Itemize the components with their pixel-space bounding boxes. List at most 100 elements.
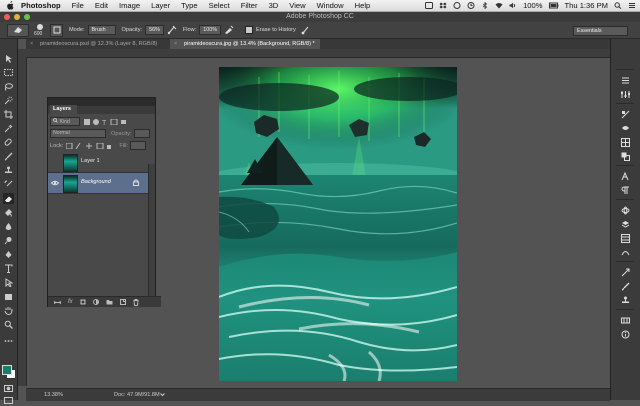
color-icon[interactable]	[619, 151, 631, 161]
minimize-window-button[interactable]	[14, 14, 20, 20]
spotlight-icon[interactable]	[614, 2, 622, 9]
path-select-icon[interactable]	[3, 277, 14, 288]
more-tools-icon[interactable]	[3, 335, 14, 346]
document-canvas[interactable]	[219, 67, 457, 381]
quick-select-icon[interactable]	[3, 95, 14, 106]
menu-help[interactable]: Help	[355, 1, 371, 10]
type-icon[interactable]	[3, 263, 14, 274]
opacity-field[interactable]: 56%	[145, 25, 164, 35]
volume-icon[interactable]	[509, 2, 517, 9]
screen-mode-icon[interactable]	[3, 395, 14, 406]
foreground-color-swatch[interactable]	[2, 365, 12, 375]
tab-piramideoscura-jpg[interactable]: × piramideoscura.jpg @ 13.4% (Background…	[170, 39, 320, 49]
zoom-icon[interactable]	[3, 319, 14, 330]
wifi-icon[interactable]	[495, 2, 503, 9]
airbrush-icon[interactable]	[224, 25, 234, 35]
swatches-icon[interactable]	[619, 137, 631, 147]
adjustment-layer-icon[interactable]	[92, 299, 99, 305]
apple-icon[interactable]	[6, 1, 15, 10]
pressure-opacity-icon[interactable]	[167, 25, 177, 35]
lock-options-icons[interactable]	[66, 142, 112, 149]
history-icon[interactable]	[619, 75, 631, 85]
pen-icon[interactable]	[3, 249, 14, 260]
shape-icon[interactable]	[3, 291, 14, 302]
move-icon[interactable]	[3, 53, 14, 64]
layer-row-layer-1[interactable]: Layer 1	[48, 152, 148, 173]
history-brush-icon[interactable]	[3, 179, 14, 190]
menu-window[interactable]: Window	[317, 1, 344, 10]
styles-icon[interactable]	[619, 123, 631, 133]
new-group-icon[interactable]	[106, 299, 113, 305]
bluetooth-icon[interactable]	[481, 2, 489, 9]
quick-mask-icon[interactable]	[3, 383, 14, 394]
zoom-level[interactable]: 13.38%	[44, 392, 63, 398]
layer-filter-kind[interactable]: Kind	[50, 117, 80, 126]
flow-field[interactable]: 100%	[199, 25, 222, 35]
doc-size[interactable]: Doc: 47.9M/91.8M	[114, 392, 160, 398]
zoom-window-button[interactable]	[24, 14, 30, 20]
menu-filter[interactable]: Filter	[241, 1, 258, 10]
fill-field[interactable]	[130, 141, 147, 150]
layers-tab[interactable]: Layers	[50, 105, 77, 114]
pressure-size-icon[interactable]	[301, 25, 311, 35]
brush-preset-picker[interactable]: 600	[33, 23, 47, 37]
blend-mode-select[interactable]: Normal	[50, 129, 106, 138]
3d-icon[interactable]	[619, 205, 631, 215]
crop-icon[interactable]	[3, 109, 14, 120]
menu-view[interactable]: View	[289, 1, 305, 10]
menu-app-name[interactable]: Photoshop	[21, 1, 61, 10]
paths-icon[interactable]	[619, 247, 631, 257]
new-layer-icon[interactable]	[119, 299, 126, 305]
layers-scrollbar[interactable]	[148, 164, 155, 304]
gradient-icon[interactable]	[3, 207, 14, 218]
dodge-icon[interactable]	[3, 235, 14, 246]
clone-stamp-icon[interactable]	[3, 165, 14, 176]
layer-opacity-field[interactable]	[133, 129, 150, 138]
eye-icon[interactable]	[51, 179, 59, 187]
eraser-tool-preset-icon[interactable]	[7, 23, 29, 37]
eraser-icon[interactable]	[3, 193, 14, 204]
channels-icon[interactable]	[619, 233, 631, 243]
timeline-icon[interactable]	[619, 315, 631, 325]
close-tab-icon[interactable]: ×	[174, 39, 177, 49]
layer-row-background[interactable]: Background	[48, 173, 148, 194]
status-menu-icon[interactable]	[425, 2, 434, 9]
menu-layer[interactable]: Layer	[151, 1, 170, 10]
workspace-switcher[interactable]: Essentials	[573, 26, 628, 36]
notification-center-icon[interactable]	[628, 2, 636, 9]
brush-panel-toggle-icon[interactable]	[50, 23, 63, 37]
hand-icon[interactable]	[3, 305, 14, 316]
menu-image[interactable]: Image	[119, 1, 140, 10]
character-icon[interactable]	[619, 171, 631, 181]
status-menu-arrow-icon[interactable]	[160, 392, 165, 397]
trash-icon[interactable]	[133, 298, 139, 306]
menu-select[interactable]: Select	[209, 1, 230, 10]
adjustments-icon[interactable]	[619, 109, 631, 119]
paragraph-icon[interactable]	[619, 185, 631, 195]
visibility-toggle-empty[interactable]	[51, 158, 59, 166]
menu-3d[interactable]: 3D	[269, 1, 279, 10]
add-mask-icon[interactable]	[80, 299, 86, 305]
blur-icon[interactable]	[3, 221, 14, 232]
fx-icon[interactable]: fx	[68, 299, 73, 305]
dropbox-icon[interactable]	[439, 2, 447, 9]
layers-icon[interactable]	[619, 219, 631, 229]
time-machine-icon[interactable]	[467, 2, 475, 9]
brush-icon[interactable]	[3, 151, 14, 162]
properties-icon[interactable]	[619, 89, 631, 99]
lasso-icon[interactable]	[3, 81, 14, 92]
marquee-icon[interactable]	[3, 67, 14, 78]
tab-piramideoscura-psd[interactable]: × piramideoscura.psd @ 12.3% (Layer 8, R…	[26, 39, 172, 49]
eyedropper-icon[interactable]	[3, 123, 14, 134]
info-icon[interactable]	[619, 329, 631, 339]
menu-clock[interactable]: Thu 1:36 PM	[565, 1, 608, 10]
erase-to-history-checkbox[interactable]	[245, 26, 254, 34]
brushes-icon[interactable]	[619, 281, 631, 291]
menu-edit[interactable]: Edit	[95, 1, 108, 10]
layer-filter-icons[interactable]: T	[84, 118, 128, 125]
creative-cloud-icon[interactable]	[453, 2, 461, 9]
mode-select[interactable]: Brush	[87, 25, 116, 35]
menu-type[interactable]: Type	[181, 1, 197, 10]
healing-icon[interactable]	[3, 137, 14, 148]
menu-file[interactable]: File	[72, 1, 84, 10]
